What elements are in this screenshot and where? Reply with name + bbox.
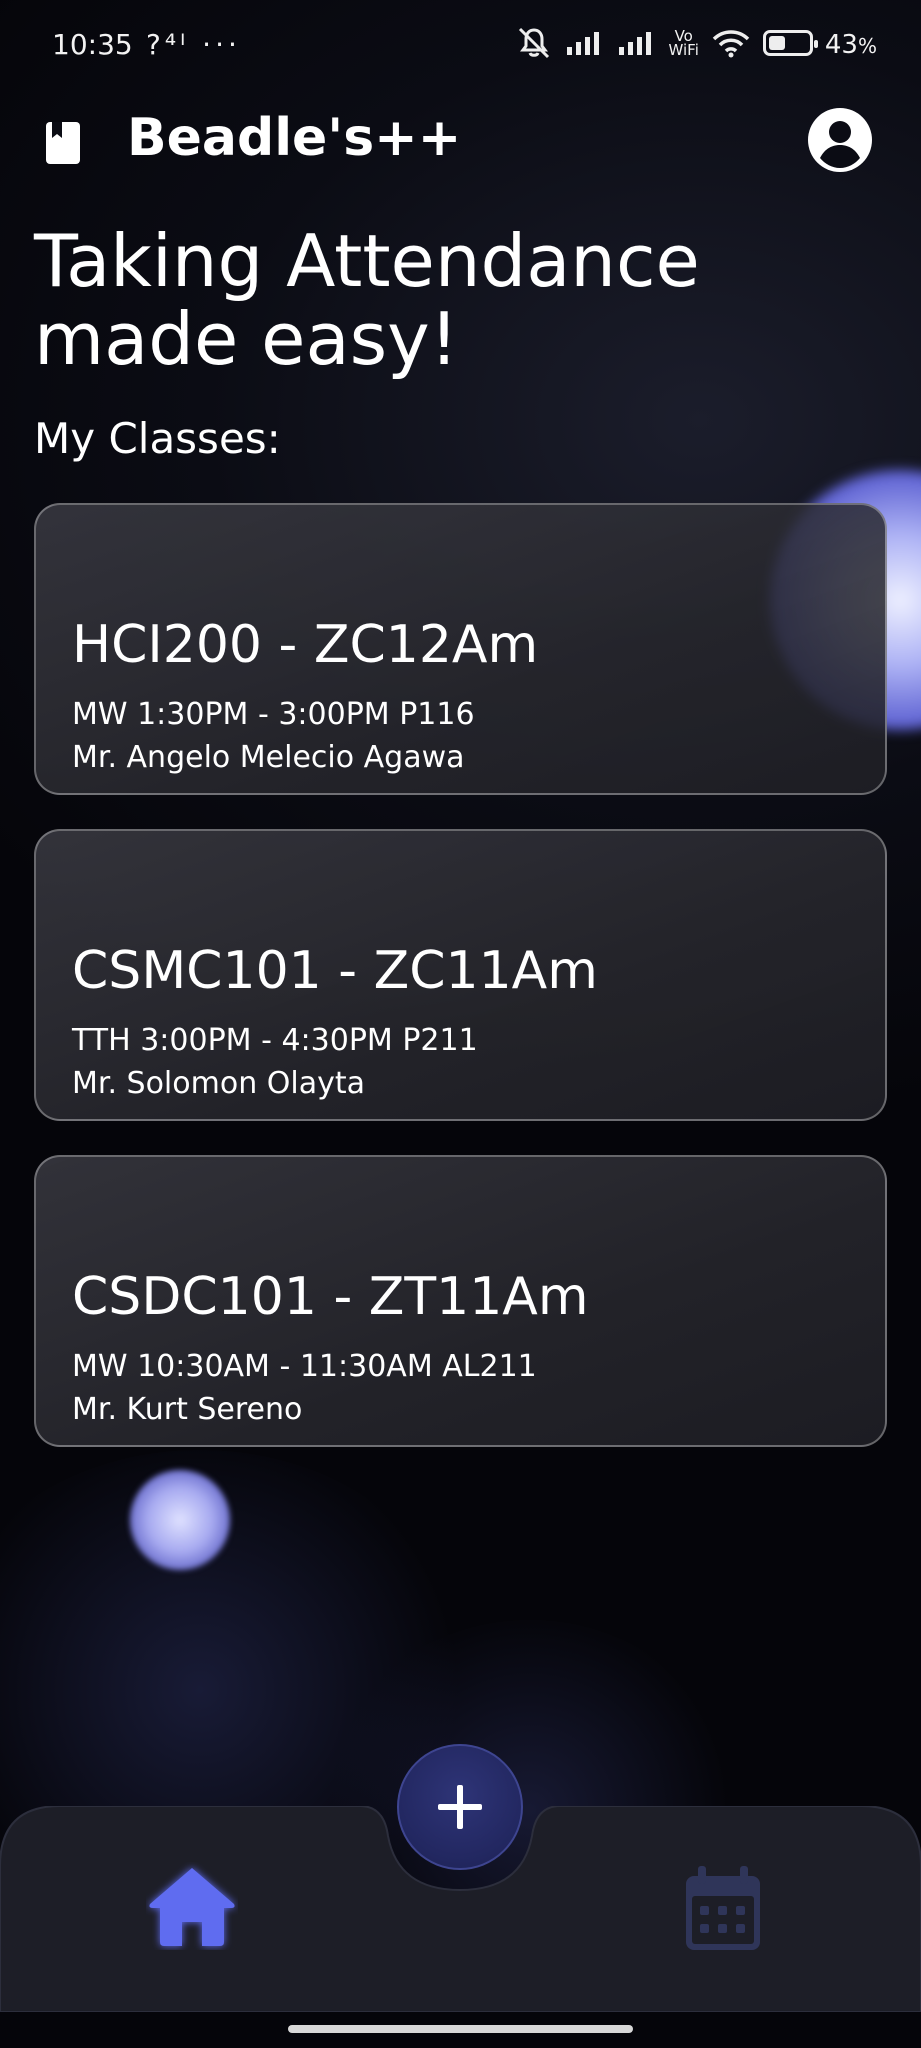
class-code: CSMC101 - ZC11Am (72, 941, 598, 1001)
class-teacher: Mr. Angelo Melecio Agawa (72, 740, 465, 775)
book-icon (46, 122, 80, 164)
battery-percent: 43% (824, 29, 877, 60)
home-icon[interactable] (146, 1862, 238, 1950)
class-schedule: TTH 3:00PM - 4:30PM P211 (72, 1023, 478, 1058)
class-schedule: MW 1:30PM - 3:00PM P116 (72, 697, 475, 732)
signal-icon (566, 32, 599, 55)
add-class-button[interactable] (397, 1744, 523, 1870)
status-time: 10:35 (52, 28, 133, 61)
account-circle-icon[interactable] (806, 106, 874, 174)
home-indicator[interactable] (288, 2025, 633, 2033)
page-headline: Taking Attendance made easy! (34, 219, 700, 381)
class-card[interactable]: CSDC101 - ZT11Am MW 10:30AM - 11:30AM AL… (34, 1155, 887, 1447)
status-notification-icons: ?⁴ᴵ ··· (146, 28, 241, 61)
section-title: My Classes: (34, 414, 281, 463)
app-bar: Beadle's++ (0, 100, 921, 184)
class-teacher: Mr. Solomon Olayta (72, 1066, 365, 1101)
class-code: HCI200 - ZC12Am (72, 615, 539, 675)
plus-icon (438, 1785, 482, 1829)
class-card[interactable]: CSMC101 - ZC11Am TTH 3:00PM - 4:30PM P21… (34, 829, 887, 1121)
class-schedule: MW 10:30AM - 11:30AM AL211 (72, 1349, 537, 1384)
status-right-icons: Vo WiFi 43% (515, 26, 877, 60)
status-bar: 10:35 ?⁴ᴵ ··· Vo WiFi 43% (0, 0, 921, 92)
mute-bell-icon (518, 27, 549, 59)
wifi-icon (712, 30, 750, 58)
class-teacher: Mr. Kurt Sereno (72, 1392, 303, 1427)
class-card[interactable]: HCI200 - ZC12Am MW 1:30PM - 3:00PM P116 … (34, 503, 887, 795)
app-title: Beadle's++ (127, 108, 462, 168)
class-code: CSDC101 - ZT11Am (72, 1267, 589, 1327)
glow-orb (130, 1470, 230, 1570)
calendar-icon[interactable] (682, 1864, 764, 1954)
battery-icon (762, 30, 818, 56)
signal-icon (618, 32, 651, 55)
vowifi-badge: Vo WiFi (668, 27, 699, 59)
